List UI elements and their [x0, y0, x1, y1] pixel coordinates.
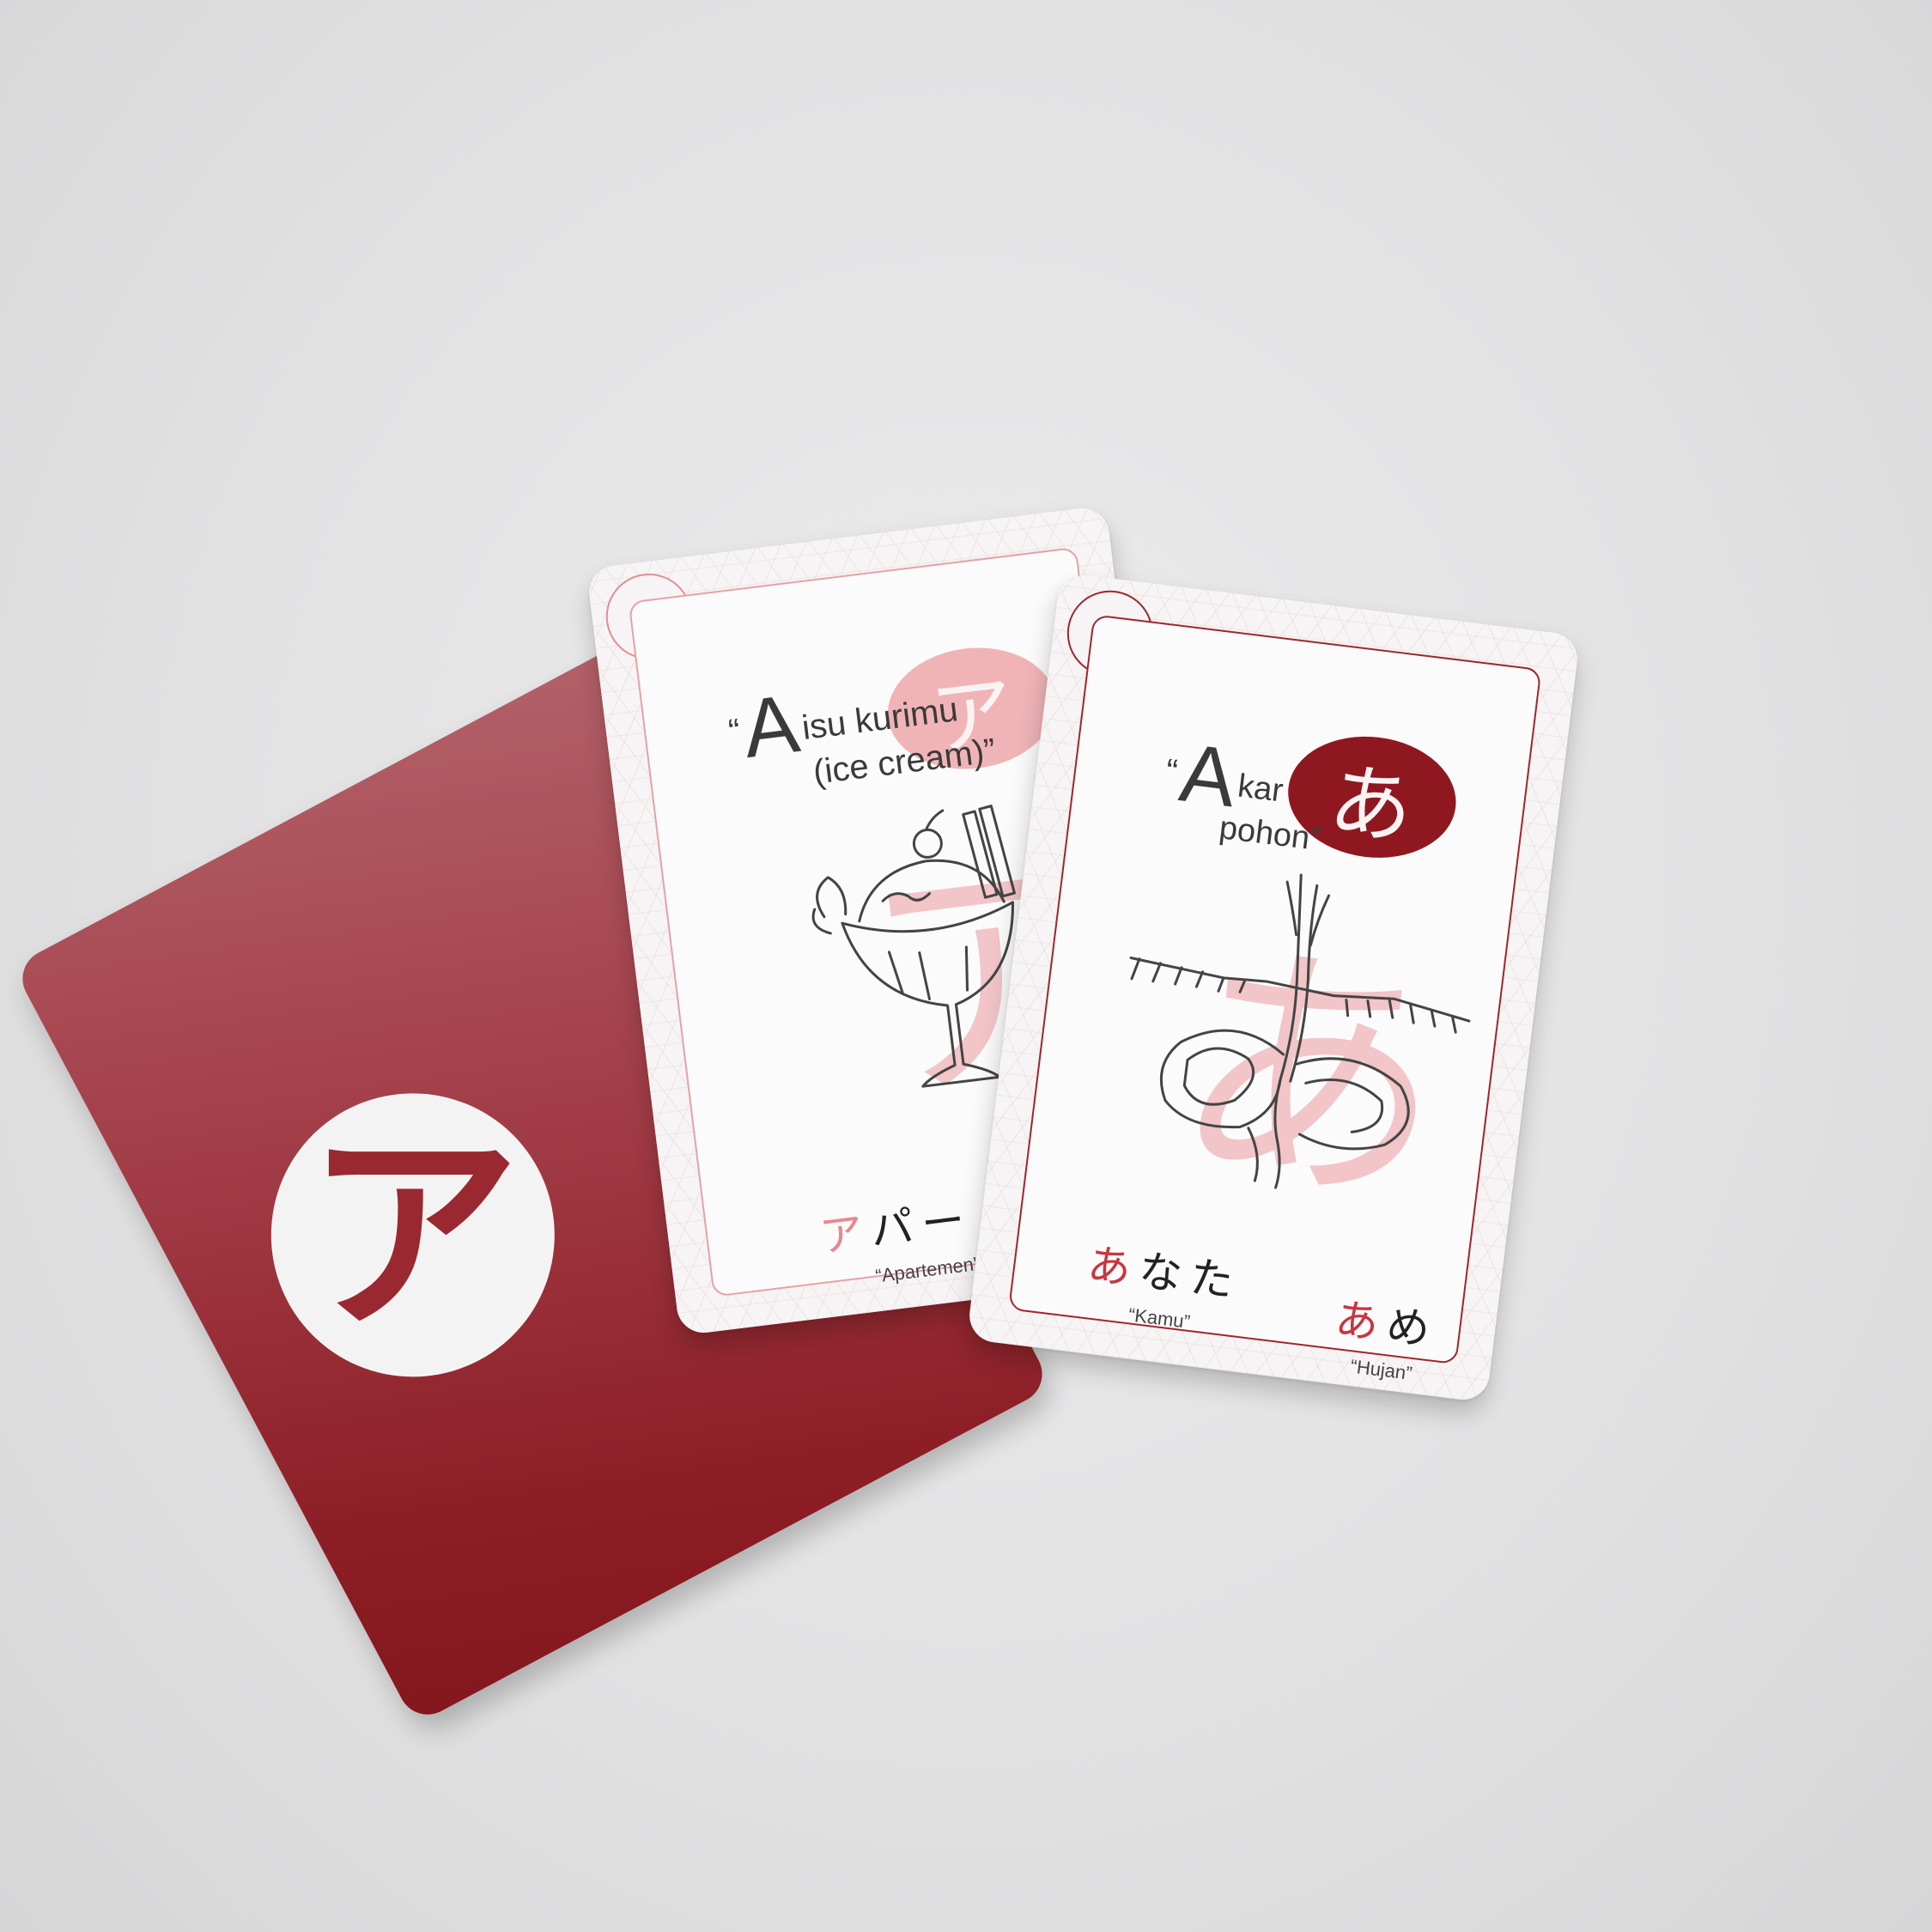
watermark-glyph: あ — [1160, 908, 1462, 1244]
vocab-rest: め — [1383, 1300, 1442, 1357]
vocab-item: あめ “Hujan” — [1328, 1285, 1442, 1388]
quote-mark: “ — [1163, 752, 1180, 792]
initial-letter: A — [1175, 726, 1242, 825]
card-photo-scene: ア 1 ア “ A isu kurimu (ice cream)” ア — [0, 0, 1932, 1932]
card-back-glyph: ア — [305, 1109, 520, 1360]
vocab-meaning: “Hujan” — [1349, 1355, 1414, 1384]
example-word: “ A kar pohon” — [1157, 726, 1331, 859]
card-frame: あ “ A kar pohon” あ あなた “Kamu” あめ “Hujan” — [1007, 614, 1542, 1384]
quote-mark: “ — [726, 712, 743, 751]
initial-letter: A — [738, 677, 805, 776]
flashcard-hiragana: 1 あ “ A kar pohon” あ — [966, 572, 1581, 1403]
vocab-rest: なた — [1136, 1245, 1245, 1308]
tree-root-icon: あ — [1129, 873, 1471, 1244]
vocab-highlight: あ — [1332, 1293, 1390, 1350]
vocab-highlight: あ — [1084, 1239, 1143, 1296]
word-rest: kar — [1236, 768, 1285, 810]
vocab-highlight: ア — [817, 1206, 874, 1262]
vocab-item: あなた “Kamu” — [1081, 1230, 1246, 1339]
card-back-emblem: ア — [221, 1043, 605, 1427]
